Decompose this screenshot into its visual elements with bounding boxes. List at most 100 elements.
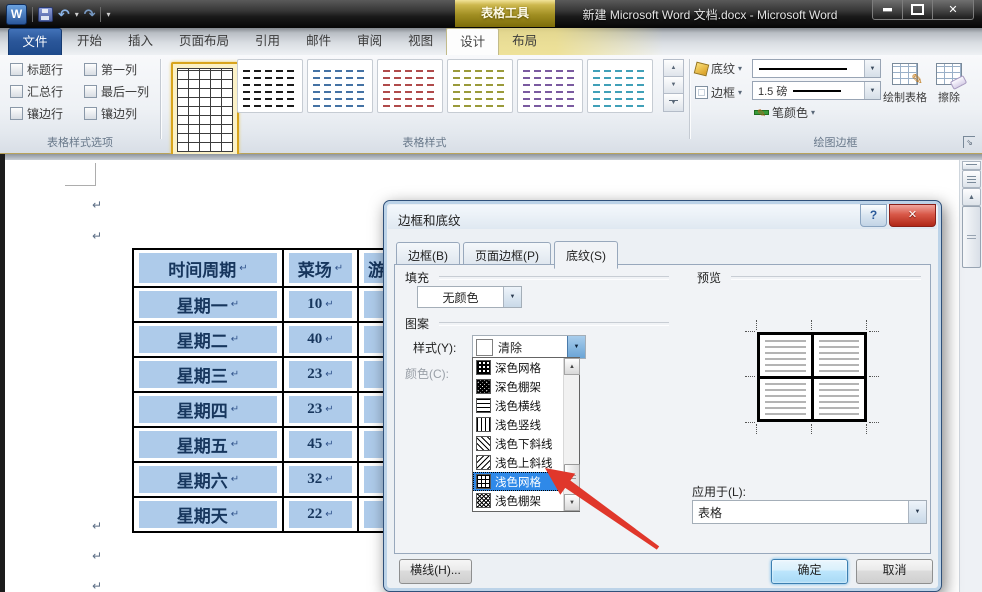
- undo-dropdown-icon[interactable]: ▾: [75, 10, 79, 19]
- ok-button[interactable]: 确定: [771, 559, 848, 584]
- dialog-help-button[interactable]: ?: [860, 204, 887, 227]
- gallery-more-button[interactable]: ▼: [663, 93, 684, 112]
- table-style-preview: [313, 65, 367, 107]
- line-style-select[interactable]: ▼: [752, 59, 881, 78]
- section-rule: [731, 276, 921, 280]
- tab-shading[interactable]: 底纹(S): [554, 241, 618, 269]
- tab-review[interactable]: 审阅: [344, 28, 395, 55]
- list-scroll-down-button[interactable]: ▼: [564, 494, 580, 511]
- table-style-thumbnail[interactable]: [237, 59, 303, 113]
- fill-color-select[interactable]: 无颜色 ▼: [417, 286, 522, 308]
- tab-layout[interactable]: 布局: [499, 28, 550, 55]
- table-cell[interactable]: 23 ↵: [282, 391, 359, 428]
- word-logo-icon[interactable]: W: [6, 3, 27, 25]
- tab-references[interactable]: 引用: [242, 28, 293, 55]
- clear-pattern-swatch: [476, 338, 493, 356]
- tab-file[interactable]: 文件: [8, 28, 62, 55]
- ruler-toggle-button[interactable]: [962, 170, 981, 188]
- pattern-option[interactable]: 浅色上斜线: [473, 453, 564, 472]
- dialog-close-button[interactable]: ✕: [889, 204, 936, 227]
- tab-insert[interactable]: 插入: [115, 28, 166, 55]
- cancel-button[interactable]: 取消: [856, 559, 933, 584]
- preview-guide: [811, 320, 812, 330]
- table-cell[interactable]: 星期一 ↵: [132, 286, 284, 323]
- table-cell[interactable]: 22 ↵: [282, 496, 359, 533]
- table-cell[interactable]: 星期三 ↵: [132, 356, 284, 393]
- table-style-thumbnail[interactable]: [307, 59, 373, 113]
- minimize-button[interactable]: [872, 0, 903, 20]
- table-cell[interactable]: 星期二 ↵: [132, 321, 284, 358]
- preview-guide: [866, 424, 867, 434]
- tab-page-layout[interactable]: 页面布局: [166, 28, 242, 55]
- borders-button[interactable]: 边框 ▾: [695, 84, 742, 101]
- table-style-thumbnail[interactable]: [377, 59, 443, 113]
- table-cell[interactable]: 星期四 ↵: [132, 391, 284, 428]
- scrollbar-thumb[interactable]: [962, 206, 981, 268]
- draw-table-button[interactable]: ✎ 绘制表格: [882, 57, 928, 133]
- pattern-swatch: [476, 493, 491, 508]
- vertical-scrollbar[interactable]: ▲: [959, 160, 982, 592]
- shading-button[interactable]: 底纹 ▾: [693, 60, 742, 77]
- undo-icon[interactable]: ↶: [58, 7, 70, 21]
- dropdown-button[interactable]: ▼: [864, 82, 880, 99]
- pattern-option[interactable]: 深色网格: [473, 358, 564, 377]
- pattern-option[interactable]: 浅色下斜线: [473, 434, 564, 453]
- checkbox-label: 汇总行: [27, 85, 64, 99]
- line-style-preview: [759, 67, 847, 70]
- redo-icon[interactable]: ↷: [84, 7, 96, 21]
- table-cell[interactable]: 10 ↵: [282, 286, 359, 323]
- pattern-option[interactable]: 浅色横线: [473, 396, 564, 415]
- table-cell[interactable]: 星期天 ↵: [132, 496, 284, 533]
- split-handle[interactable]: [962, 161, 981, 170]
- maximize-button[interactable]: [903, 0, 932, 20]
- dialog-launcher-icon[interactable]: ⇘: [963, 136, 975, 148]
- pen-color-button[interactable]: ✎ 笔颜色 ▾: [754, 104, 815, 121]
- checkbox-last-column[interactable]: 最后一列: [84, 83, 149, 100]
- table-cell[interactable]: 40 ↵: [282, 321, 359, 358]
- tab-view[interactable]: 视图: [395, 28, 446, 55]
- horizontal-line-button[interactable]: 横线(H)...: [399, 559, 472, 584]
- table-style-thumbnail[interactable]: [517, 59, 583, 113]
- checkbox-banded-rows[interactable]: 镶边行: [10, 105, 63, 122]
- close-button[interactable]: ✕: [932, 0, 974, 20]
- pattern-option[interactable]: 深色棚架: [473, 377, 564, 396]
- table-cell[interactable]: 星期五 ↵: [132, 426, 284, 463]
- dropdown-button[interactable]: ▼: [908, 501, 926, 523]
- table-cell[interactable]: 32 ↵: [282, 461, 359, 498]
- list-scrollbar-thumb[interactable]: [564, 464, 580, 488]
- customize-qat-icon[interactable]: ▾: [106, 10, 110, 19]
- dialog-title-bar[interactable]: 边框和底纹: [388, 205, 937, 229]
- tab-design[interactable]: 设计: [446, 28, 500, 55]
- table-style-thumbnail[interactable]: [447, 59, 513, 113]
- tab-home[interactable]: 开始: [64, 28, 115, 55]
- table-cell[interactable]: 时间周期 ↵: [132, 248, 284, 288]
- list-scroll-up-button[interactable]: ▲: [564, 358, 580, 375]
- pattern-style-select[interactable]: 清除 ▼: [472, 335, 586, 359]
- table-cell[interactable]: 23 ↵: [282, 356, 359, 393]
- checkbox-total-row[interactable]: 汇总行: [10, 83, 63, 100]
- pattern-option-selected[interactable]: 浅色网格: [473, 472, 564, 491]
- pattern-option[interactable]: 浅色竖线: [473, 415, 564, 434]
- checkbox-header-row[interactable]: 标题行: [10, 61, 63, 78]
- save-icon[interactable]: [38, 6, 53, 22]
- table-cell[interactable]: 45 ↵: [282, 426, 359, 463]
- checkbox-label: 镶边列: [101, 107, 138, 121]
- window-title: 新建 Microsoft Word 文档.docx - Microsoft Wo…: [582, 8, 838, 22]
- line-weight-select[interactable]: 1.5 磅 ▼: [752, 81, 881, 100]
- tab-mailings[interactable]: 邮件: [293, 28, 344, 55]
- table-cell[interactable]: 菜场 ↵: [282, 248, 359, 288]
- pattern-option[interactable]: 浅色棚架: [473, 491, 564, 510]
- eraser-button[interactable]: 擦除: [929, 57, 969, 133]
- dropdown-button[interactable]: ▼: [864, 60, 880, 77]
- apply-to-select[interactable]: 表格 ▼: [692, 500, 927, 524]
- dropdown-button[interactable]: ▼: [503, 287, 521, 307]
- table-cell[interactable]: 星期六 ↵: [132, 461, 284, 498]
- dropdown-button[interactable]: ▼: [567, 336, 585, 358]
- list-scrollbar[interactable]: ▲ ▼: [563, 358, 580, 511]
- title-bar: W ↶ ▾ ↷ ▾ 表格工具 新建 Microsoft Word 文档.docx…: [0, 0, 982, 28]
- scroll-up-button[interactable]: ▲: [962, 188, 981, 206]
- checkbox-banded-columns[interactable]: 镶边列: [84, 105, 137, 122]
- pattern-dropdown-list: 深色网格 深色棚架 浅色横线 浅色竖线 浅色下斜线 浅色上斜线 浅色网格 浅色棚…: [472, 357, 580, 512]
- table-style-thumbnail[interactable]: [587, 59, 653, 113]
- checkbox-first-column[interactable]: 第一列: [84, 61, 137, 78]
